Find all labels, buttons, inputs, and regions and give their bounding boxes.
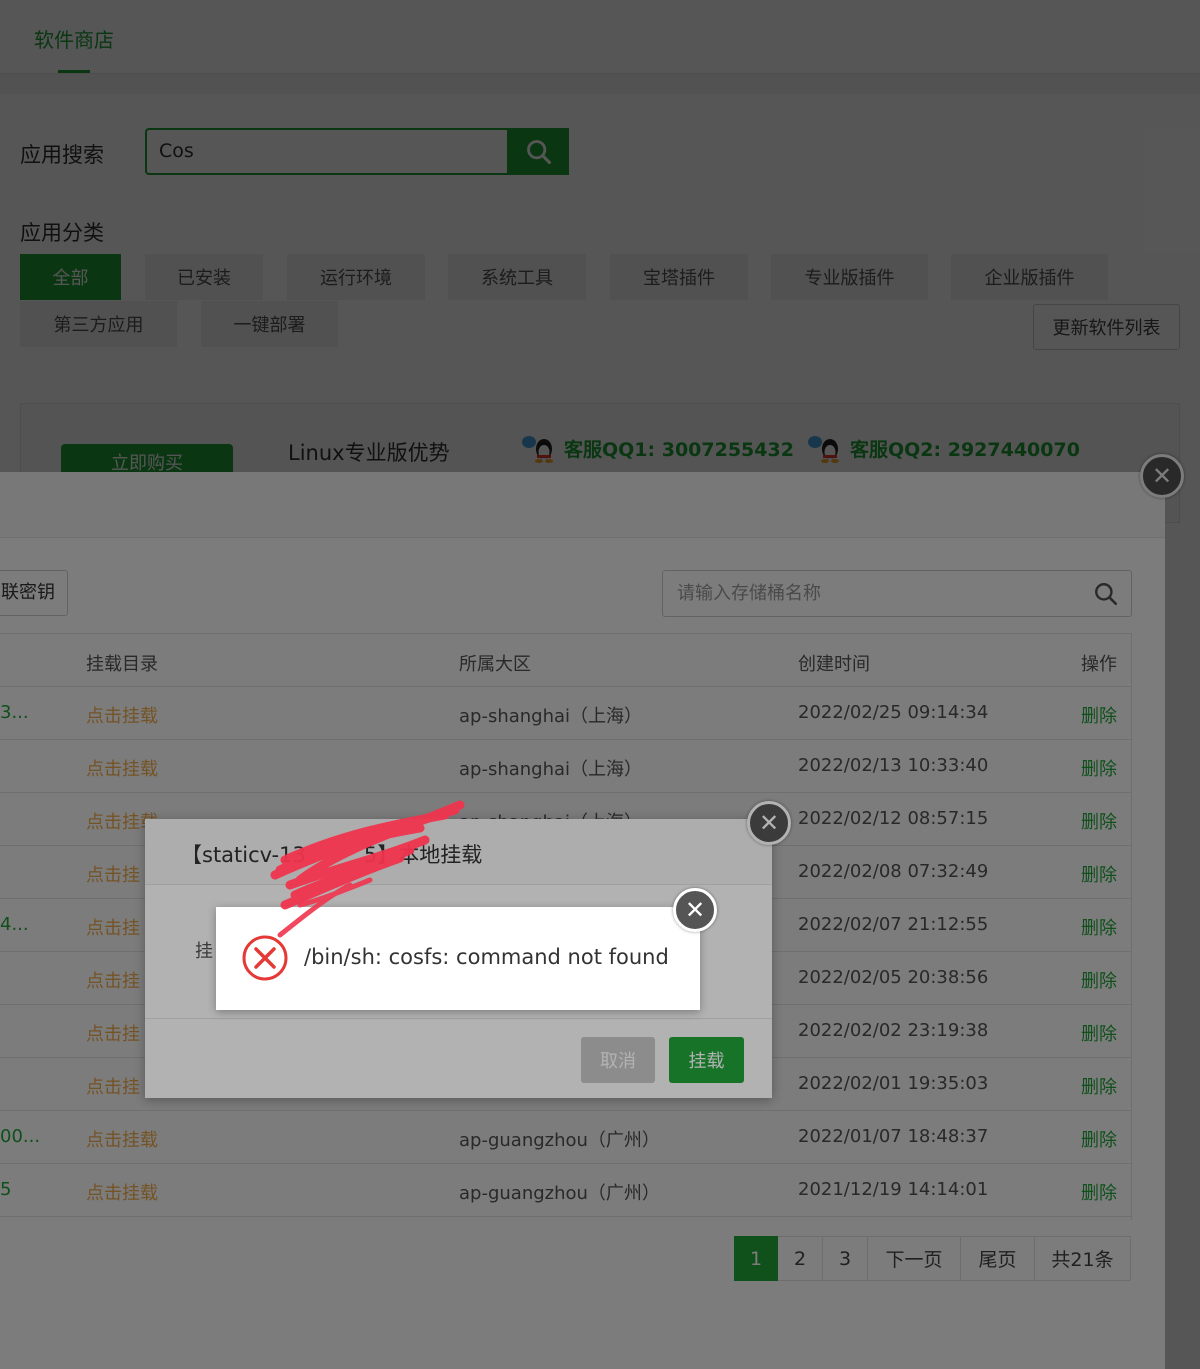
close-icon: ✕ (684, 896, 706, 924)
error-message: /bin/sh: cosfs: command not found (304, 945, 669, 969)
overlay-shade (0, 0, 1200, 1369)
close-error-button[interactable]: ✕ (673, 888, 717, 932)
error-toast: /bin/sh: cosfs: command not found (216, 907, 700, 1010)
error-icon (242, 935, 288, 981)
